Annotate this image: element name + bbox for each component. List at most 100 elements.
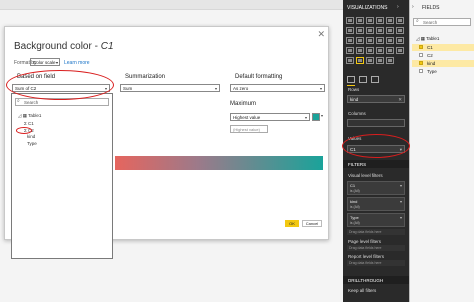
100pct-column-icon[interactable] (396, 17, 404, 24)
tree-item-kind[interactable]: kind (27, 134, 35, 139)
waterfall-icon[interactable] (396, 27, 404, 34)
maximum-value-input[interactable]: (Highest value) (230, 125, 268, 133)
close-icon[interactable]: ✕ (317, 29, 325, 40)
fields-panel: › FIELDS ⌕ Search ◿ ▦ Table1 C1 C2 kind … (409, 0, 474, 302)
close-icon[interactable]: ✕ (398, 96, 402, 103)
table-icon[interactable] (346, 57, 354, 64)
filter-card-c1[interactable]: C1 is (All) ▾ (347, 181, 405, 195)
tree-item-type[interactable]: Type (27, 141, 37, 146)
chevron-down-icon[interactable]: ▾ (321, 113, 323, 118)
default-formatting-select[interactable]: As zero ▾ (230, 84, 325, 92)
default-formatting-label: Default formatting (235, 74, 283, 80)
chevron-down-icon[interactable]: ▾ (400, 199, 402, 204)
line-column-icon[interactable] (376, 27, 384, 34)
drag-fields-here-page[interactable]: Drag data fields here (347, 245, 405, 251)
analytics-tab-icon[interactable] (371, 76, 379, 83)
drag-fields-here-visual[interactable]: Drag data fields here (347, 229, 405, 235)
rows-well-value: kind (350, 97, 359, 102)
filter-name: Type (350, 215, 359, 220)
rows-well[interactable]: kind ✕ (347, 95, 405, 103)
card-icon[interactable] (366, 47, 374, 54)
field-item-type[interactable]: Type (419, 69, 437, 74)
donut-chart-icon[interactable] (366, 37, 374, 44)
visualizations-title: VISUALIZATIONS (347, 5, 388, 11)
stacked-area-icon[interactable] (366, 27, 374, 34)
ok-button[interactable]: OK (285, 220, 299, 227)
chevron-right-icon[interactable]: › (397, 4, 399, 10)
filter-name: C1 (350, 183, 356, 188)
tree-item-table[interactable]: ◿ ▦ Table1 (18, 113, 41, 119)
fields-tab-icon[interactable] (347, 76, 355, 83)
clustered-bar-icon[interactable] (366, 17, 374, 24)
fields-table-label: Table1 (426, 36, 440, 41)
treemap-icon[interactable] (376, 37, 384, 44)
gauge-icon[interactable] (356, 47, 364, 54)
chevron-down-icon: ▾ (304, 115, 307, 120)
area-chart-icon[interactable] (356, 27, 364, 34)
tree-table-label: Table1 (28, 113, 42, 118)
stacked-column-icon[interactable] (356, 17, 364, 24)
learn-more-link[interactable]: Learn more (64, 60, 90, 66)
maximum-color-swatch[interactable] (312, 113, 320, 121)
globe-icon[interactable] (376, 57, 384, 64)
checkbox-checked[interactable] (419, 61, 423, 65)
field-label: kind (427, 61, 436, 66)
line-chart-icon[interactable] (346, 27, 354, 34)
matrix-icon[interactable] (356, 57, 364, 64)
tree-item-c1[interactable]: Σ C1 (24, 121, 34, 126)
drag-fields-here-report[interactable]: Drag data fields here (347, 260, 405, 266)
dialog-title: Background color - C1 (14, 41, 114, 52)
chevron-right-icon[interactable]: › (412, 4, 414, 10)
columns-well[interactable] (347, 119, 405, 127)
field-label: C1 (427, 45, 433, 50)
checkbox[interactable] (419, 69, 423, 73)
chevron-down-icon[interactable]: ▾ (400, 215, 402, 220)
fields-search-placeholder: Search (423, 20, 438, 25)
slicer-icon[interactable] (396, 47, 404, 54)
format-by-select[interactable]: Color scale ▾ (30, 58, 60, 66)
page-level-filters-label: Page level filters (348, 239, 382, 244)
annotation-circle-values (342, 134, 410, 158)
ribbon-chart-icon[interactable] (386, 27, 394, 34)
search-icon: ⌕ (416, 18, 419, 24)
clustered-column-icon[interactable] (376, 17, 384, 24)
more-visuals-icon[interactable] (386, 57, 394, 64)
multi-row-card-icon[interactable] (376, 47, 384, 54)
field-dropdown-list: ⌕ Search ◿ ▦ Table1 Σ C1 Σ C2 kind Type (11, 93, 113, 259)
fields-search-input[interactable]: ⌕ Search (413, 18, 471, 26)
field-item-kind[interactable]: kind (419, 61, 435, 66)
canvas-top-strip (0, 0, 343, 10)
field-item-c1[interactable]: C1 (419, 45, 433, 50)
scatter-icon[interactable] (346, 37, 354, 44)
kpi-icon[interactable] (386, 47, 394, 54)
field-label: Type (427, 69, 437, 74)
checkbox-checked[interactable] (419, 45, 423, 49)
r-visual-icon[interactable] (366, 57, 374, 64)
fields-table-item[interactable]: ◿ ▦ Table1 (416, 36, 439, 42)
filters-title: FILTERS (348, 162, 367, 167)
annotation-circle-c2 (16, 127, 32, 134)
format-tab-icon[interactable] (359, 76, 367, 83)
search-icon: ⌕ (17, 98, 20, 104)
field-item-c2[interactable]: C2 (419, 53, 433, 58)
stacked-bar-icon[interactable] (346, 17, 354, 24)
maximum-select[interactable]: Highest value ▾ (230, 113, 310, 121)
chevron-down-icon[interactable]: ▾ (400, 183, 402, 188)
summarization-label: Summarization (125, 74, 166, 80)
maximum-value: Highest value (233, 115, 261, 120)
search-placeholder: Search (24, 100, 39, 105)
funnel-icon[interactable] (346, 47, 354, 54)
filled-map-icon[interactable] (396, 37, 404, 44)
cancel-button[interactable]: Cancel (302, 220, 322, 227)
checkbox[interactable] (419, 53, 423, 57)
default-formatting-value: As zero (233, 86, 249, 91)
annotation-circle-based-on-field (6, 70, 114, 100)
pie-chart-icon[interactable] (356, 37, 364, 44)
filter-card-type[interactable]: Type is (All) ▾ (347, 213, 405, 227)
map-icon[interactable] (386, 37, 394, 44)
field-label: C2 (427, 53, 433, 58)
summarization-select[interactable]: Sum ▾ (120, 84, 220, 92)
rows-label: Rows (348, 87, 360, 92)
100pct-bar-icon[interactable] (386, 17, 394, 24)
filter-card-kind[interactable]: kind is (All) ▾ (347, 197, 405, 211)
